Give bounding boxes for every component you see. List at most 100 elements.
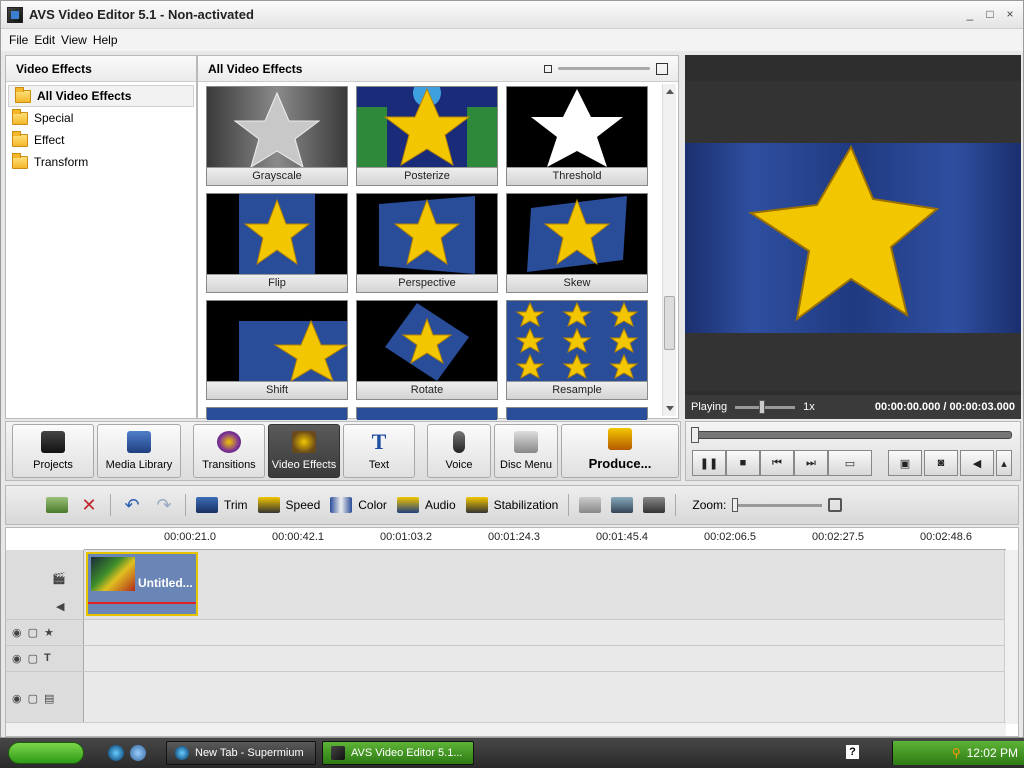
scroll-down-icon[interactable] <box>666 406 674 411</box>
playback-status: Playing <box>691 401 728 413</box>
tree-item-special[interactable]: Special <box>6 107 196 129</box>
effects-track[interactable]: ◉ ▢ ★ <box>6 620 1006 646</box>
effect-threshold[interactable]: Threshold <box>506 86 648 186</box>
small-size-icon[interactable] <box>544 64 552 73</box>
slider-thumb[interactable] <box>732 497 739 512</box>
timeline-horizontal-scrollbar[interactable] <box>6 722 1006 736</box>
effect-grayscale[interactable]: Grayscale <box>206 86 348 186</box>
main-toolbar: Projects Media Library Transitions Video… <box>5 421 681 481</box>
clock[interactable]: 12:02 PM <box>967 746 1018 760</box>
volume-button[interactable]: ◀ <box>960 450 994 476</box>
color-button[interactable]: Color <box>330 497 387 513</box>
effect-partial[interactable] <box>506 407 648 420</box>
eye-icon[interactable]: ◉ <box>12 652 22 665</box>
timeline: 00:00:21.0 00:00:42.1 00:01:03.2 00:01:2… <box>5 527 1019 737</box>
lock-icon[interactable]: ▢ <box>28 626 38 639</box>
effect-posterize[interactable]: Posterize <box>356 86 498 186</box>
disc-menu-button[interactable]: Disc Menu <box>494 424 558 478</box>
media-library-button[interactable]: Media Library <box>97 424 181 478</box>
slider-thumb[interactable] <box>759 399 766 414</box>
menu-help[interactable]: Help <box>93 33 118 47</box>
button-label: Disc Menu <box>500 459 552 471</box>
taskbar-item-browser[interactable]: New Tab - Supermium <box>166 741 316 765</box>
tree-item-label: Transform <box>34 155 89 169</box>
tree-item-transform[interactable]: Transform <box>6 151 196 173</box>
preview-mode-button[interactable]: ▣ <box>888 450 922 476</box>
maximize-button[interactable]: □ <box>983 7 997 21</box>
effects-scrollbar[interactable] <box>662 84 676 416</box>
effect-perspective[interactable]: Perspective <box>356 193 498 293</box>
effect-partial[interactable] <box>206 407 348 420</box>
menu-view[interactable]: View <box>61 33 87 47</box>
ruler-tick: 00:00:21.0 <box>164 531 216 543</box>
stabilization-button[interactable]: Stabilization <box>465 497 558 513</box>
scrollbar-thumb[interactable] <box>664 296 675 350</box>
large-size-icon[interactable] <box>656 62 668 75</box>
minimize-button[interactable]: _ <box>963 7 977 21</box>
timeline-vertical-scrollbar[interactable] <box>1004 550 1018 724</box>
taskbar-item-avs-video-editor[interactable]: AVS Video Editor 5.1... <box>322 741 474 765</box>
effect-shift[interactable]: Shift <box>206 300 348 400</box>
previous-frame-button[interactable]: ⏮ <box>760 450 794 476</box>
transitions-button[interactable]: Transitions <box>193 424 265 478</box>
next-frame-button[interactable]: ⏭ <box>794 450 828 476</box>
effect-flip[interactable]: Flip <box>206 193 348 293</box>
timeline-zoom-slider[interactable] <box>732 497 823 512</box>
tray-icon[interactable]: ⚲ <box>952 746 961 760</box>
voice-button[interactable]: Voice <box>427 424 491 478</box>
help-icon[interactable]: ? <box>846 745 859 759</box>
speed-button[interactable]: Speed <box>257 497 320 513</box>
playback-position-slider[interactable] <box>691 427 1012 443</box>
tree-item-all-video-effects[interactable]: All Video Effects <box>8 85 194 107</box>
pause-button[interactable]: ❚❚ <box>692 450 726 476</box>
close-button[interactable]: × <box>1003 7 1017 21</box>
playback-status-bar: Playing 1x 00:00:00.000 / 00:00:03.000 <box>685 395 1021 419</box>
produce-button[interactable]: Produce... <box>561 424 679 478</box>
webcam-icon[interactable] <box>611 497 634 513</box>
menu-edit[interactable]: Edit <box>34 33 55 47</box>
effect-skew[interactable]: Skew <box>506 193 648 293</box>
split-icon[interactable] <box>579 497 602 513</box>
redo-icon[interactable]: ↷ <box>153 496 175 514</box>
text-track[interactable]: ◉ ▢ T <box>6 646 1006 672</box>
effect-preview <box>357 87 497 167</box>
time-ruler[interactable]: 00:00:21.0 00:00:42.1 00:01:03.2 00:01:2… <box>84 528 1006 550</box>
browser-icon[interactable] <box>108 745 124 761</box>
lock-icon[interactable]: ▢ <box>28 692 38 705</box>
thumbnail-size-slider[interactable] <box>558 67 650 70</box>
overlay-track[interactable]: ◉ ▢ ▤ <box>6 672 1006 724</box>
menu-file[interactable]: File <box>9 33 28 47</box>
effect-resample[interactable]: Resample <box>506 300 648 400</box>
projects-button[interactable]: Projects <box>12 424 94 478</box>
eye-icon[interactable]: ◉ <box>12 692 22 705</box>
undo-icon[interactable]: ↶ <box>121 496 143 514</box>
time-separator: / <box>943 401 947 413</box>
trim-button[interactable]: Trim <box>196 497 248 513</box>
timeline-clip[interactable]: Untitled... <box>86 552 198 616</box>
effect-rotate[interactable]: Rotate <box>356 300 498 400</box>
playback-speed-slider[interactable] <box>735 399 796 414</box>
browser-icon[interactable] <box>130 745 146 761</box>
scroll-up-icon[interactable] <box>666 89 674 94</box>
audio-button[interactable]: Audio <box>396 497 456 513</box>
fit-to-window-icon[interactable] <box>828 498 843 512</box>
tree-item-effect[interactable]: Effect <box>6 129 196 151</box>
lock-icon[interactable]: ▢ <box>28 652 38 665</box>
video-track[interactable]: 🎬 ◀ Untitled... <box>6 550 1006 620</box>
start-button[interactable] <box>8 742 84 764</box>
delete-icon[interactable]: ✕ <box>78 496 100 514</box>
eye-icon[interactable]: ◉ <box>12 626 22 639</box>
effect-partial[interactable] <box>356 407 498 420</box>
text-button[interactable]: T Text <box>343 424 415 478</box>
video-display <box>685 81 1021 391</box>
snapshot-button[interactable]: ◙ <box>924 450 958 476</box>
zoom-label: Zoom: <box>692 498 727 512</box>
volume-menu-button[interactable]: ▴ <box>996 450 1012 476</box>
slider-thumb[interactable] <box>691 427 699 443</box>
fullscreen-button[interactable]: ▭ <box>828 450 872 476</box>
video-effects-button[interactable]: Video Effects <box>268 424 340 478</box>
monitor-icon[interactable] <box>643 497 666 513</box>
add-to-timeline-icon[interactable] <box>46 497 68 513</box>
effect-preview <box>207 87 347 167</box>
stop-button[interactable]: ■ <box>726 450 760 476</box>
